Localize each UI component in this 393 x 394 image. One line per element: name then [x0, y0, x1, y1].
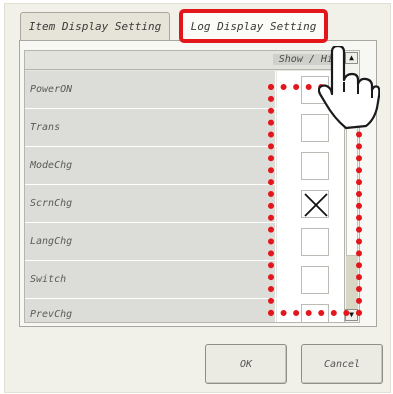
row-label-switch: Switch [25, 261, 276, 298]
tab-item-display-setting[interactable]: Item Display Setting [20, 12, 170, 40]
row-label-prevchg: PrevChg [25, 299, 276, 322]
row-label-langchg: LangChg [25, 223, 276, 260]
row-label-scrnchg: ScrnChg [25, 185, 276, 222]
row-label-modechg: ModeChg [25, 147, 276, 184]
pointing-hand-icon [318, 46, 380, 130]
row-label-poweron: PowerON [25, 71, 276, 108]
tab-log-display-setting[interactable]: Log Display Setting [179, 9, 328, 43]
cancel-button[interactable]: Cancel [301, 344, 383, 384]
table-header: Show / Hide [25, 51, 359, 70]
ok-button[interactable]: OK [205, 344, 287, 384]
row-label-trans: Trans [25, 109, 276, 146]
